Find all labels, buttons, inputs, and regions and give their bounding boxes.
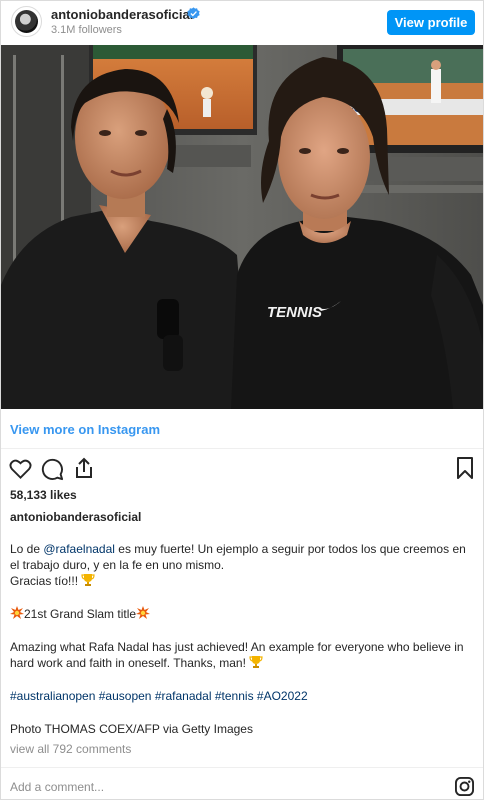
mention-link[interactable]: @rafaelnadal bbox=[43, 542, 115, 556]
explosion-icon bbox=[10, 606, 24, 619]
view-profile-button[interactable]: View profile bbox=[387, 10, 475, 35]
add-comment-input[interactable]: Add a comment... bbox=[10, 780, 104, 794]
caption-text: 21st Grand Slam title bbox=[24, 607, 137, 621]
hashtag-link[interactable]: #ausopen bbox=[99, 689, 152, 703]
explosion-icon bbox=[136, 606, 151, 619]
action-bar bbox=[1, 453, 483, 483]
trophy-icon bbox=[249, 656, 263, 668]
instagram-icon[interactable] bbox=[455, 777, 474, 796]
comment-bar: Add a comment... bbox=[1, 767, 483, 800]
caption-text: Amazing what Rafa Nadal has just achieve… bbox=[10, 640, 464, 670]
caption-credit: Photo THOMAS COEX/AFP via Getty Images bbox=[10, 722, 253, 736]
header-username[interactable]: antoniobanderasoficial bbox=[51, 7, 193, 22]
shirt-tennis-text: TENNIS bbox=[267, 304, 322, 321]
heart-icon[interactable] bbox=[9, 458, 32, 480]
instagram-embed-card: antoniobanderasoficial 3.1M followers Vi… bbox=[0, 0, 484, 800]
hashtag-link[interactable]: #AO2022 bbox=[257, 689, 308, 703]
post-photo[interactable]: FOU bbox=[1, 45, 483, 409]
caption-thanks: Gracias tío!!! bbox=[10, 573, 476, 589]
hashtag-link[interactable]: #australianopen bbox=[10, 689, 95, 703]
caption-username[interactable]: antoniobanderasoficial bbox=[10, 510, 141, 524]
followers-count: 3.1M followers bbox=[51, 24, 122, 36]
bookmark-icon[interactable] bbox=[456, 457, 474, 480]
caption-text: Lo de bbox=[10, 542, 44, 556]
hashtag-link[interactable]: #rafanadal bbox=[155, 689, 212, 703]
view-all-comments-link[interactable]: view all 792 comments bbox=[10, 742, 131, 756]
avatar[interactable] bbox=[11, 6, 42, 37]
view-more-label[interactable]: View more on Instagram bbox=[10, 422, 160, 437]
share-icon[interactable] bbox=[73, 456, 95, 480]
comment-icon[interactable] bbox=[41, 458, 64, 481]
hashtag-link[interactable]: #tennis bbox=[215, 689, 254, 703]
verified-badge-icon bbox=[187, 7, 200, 20]
likes-count[interactable]: 58,133 likes bbox=[10, 488, 77, 502]
caption-text: Gracias tío!!! bbox=[10, 574, 82, 588]
caption-spanish: Lo de @rafaelnadal es muy fuerte! Un eje… bbox=[10, 541, 476, 573]
caption-hashtags: #australianopen #ausopen #rafanadal #ten… bbox=[10, 688, 476, 704]
caption-grand-slam: 21st Grand Slam title bbox=[10, 606, 476, 622]
post-caption: Lo de @rafaelnadal es muy fuerte! Un eje… bbox=[10, 541, 476, 737]
view-more-link[interactable]: View more on Instagram bbox=[1, 409, 483, 449]
trophy-icon bbox=[81, 574, 95, 586]
caption-english: Amazing what Rafa Nadal has just achieve… bbox=[10, 639, 476, 671]
post-header: antoniobanderasoficial 3.1M followers Vi… bbox=[1, 1, 483, 45]
